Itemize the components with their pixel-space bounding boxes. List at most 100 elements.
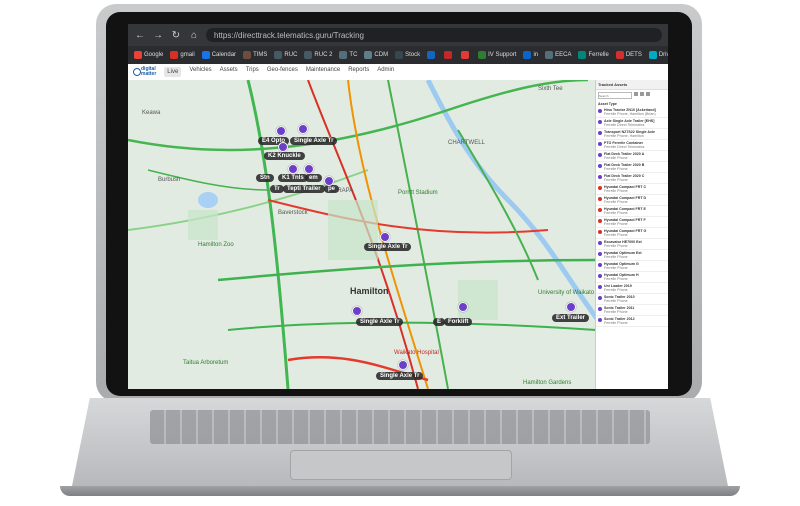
vehicle-pin[interactable] [324,176,334,186]
list-item[interactable]: Sonic Trailer 2010 Ferrelle Phone [596,294,668,305]
url-input[interactable]: https://directtrack.telematics.guru/Trac… [206,28,662,42]
menu-item-vehicles[interactable]: Vehicles [189,67,211,77]
place-hamilton-zoo: Hamilton Zoo [198,242,234,248]
panel-title: Tracked Assets [596,80,668,90]
list-item[interactable]: Sonic Trailer 2011 Ferrelle Phone [596,305,668,316]
bookmark-item[interactable] [444,51,454,59]
menu-item-live[interactable]: Live [164,67,182,77]
list-item[interactable]: Hyundai Compact FRT G Ferrelle Phone [596,228,668,239]
vehicle-pin[interactable] [458,302,468,312]
map-label-stn[interactable]: Stn [256,174,274,182]
bookmark-label: TC [349,52,358,58]
vehicle-pin[interactable] [352,306,362,316]
settings-icon[interactable] [646,92,650,96]
list-item[interactable]: Hyundai Compact FRT F Ferrelle Phone [596,217,668,228]
map-label-tepti-trailer[interactable]: Tepti Trailer [283,185,325,193]
bookmark-item[interactable]: RUC 2 [304,51,332,59]
vehicle-desc: Ferrelle Phone, Hamilton (Brian) [604,112,656,116]
menu-item-admin[interactable]: Admin [377,67,394,77]
list-item[interactable]: Hyundai Optimum H Ferrelle Phone [596,272,668,283]
bookmark-item[interactable] [461,51,471,59]
vehicle-status-icon [598,218,602,223]
filter-icon[interactable] [634,92,638,96]
bookmark-item[interactable]: Calendar [201,51,236,59]
bookmark-item[interactable]: Stock [395,51,420,59]
vehicle-desc: Ferrelle Phone [604,310,628,314]
map-label-k1-tnls[interactable]: K1 Tnls [278,174,308,182]
list-item[interactable]: Hyundai Compact FRT E Ferrelle Phone [596,206,668,217]
list-item[interactable]: Sonic Trailer 2012 Ferrelle Phone [596,316,668,327]
bookmark-item[interactable]: TIMS [243,51,267,59]
reload-icon[interactable]: ↻ [170,30,182,41]
map-label-single-axle-2[interactable]: Single Axle Tr [364,243,412,251]
screen: ← → ↻ ⌂ https://directtrack.telematics.g… [128,24,668,389]
map-label-ext-trailer[interactable]: Ext Trailer [552,314,590,322]
bookmark-item[interactable]: gmail [170,51,195,59]
menu-item-assets[interactable]: Assets [220,67,238,77]
bookmark-item[interactable]: EECA [545,51,571,59]
bookmark-item[interactable]: DETS [615,51,642,59]
list-item[interactable]: Hyundai Compact FRT D Ferrelle Phone [596,195,668,206]
list-item[interactable]: Hino Tractor ZN10 [Ackerland] Ferrelle Ph… [596,107,668,118]
vehicle-pin[interactable] [288,164,298,174]
bookmark-item[interactable]: RUC [274,51,297,59]
bookmark-item[interactable]: Drive Electric [648,51,668,59]
list-item[interactable]: Hyundai Compact FRT C Ferrelle Phone [596,184,668,195]
vehicle-text: PTO Ferrelle Container Ferrelle Direct Te… [604,141,644,149]
bookmark-item[interactable]: IV Support [478,51,516,59]
vehicle-text: Hyundai Compact FRT G Ferrelle Phone [604,229,646,237]
vehicle-status-icon [598,284,602,289]
vehicle-pin[interactable] [398,360,408,370]
vehicle-pin[interactable] [278,142,288,152]
list-item[interactable]: Excavator HE7000 Ext Ferrelle Phone [596,239,668,250]
bookmark-item[interactable]: in [523,51,538,59]
vehicle-status-icon [598,185,602,190]
panel-search-input[interactable] [598,92,632,99]
map-label-single-axle-1[interactable]: Single Axle Tr [290,137,338,145]
bookmark-item[interactable]: Google [134,51,163,59]
map-label-k2-knuckle[interactable]: K2 Knuckle [264,152,305,160]
sort-icon[interactable] [640,92,644,96]
vehicle-status-icon [598,229,602,234]
map-label-forklift[interactable]: Forklift [444,318,473,326]
vehicle-status-icon [598,152,602,157]
list-item[interactable]: Hyundai Optimum G Ferrelle Phone [596,261,668,272]
vehicle-pin[interactable] [380,232,390,242]
bookmark-icon [339,51,348,59]
list-item[interactable]: Axle Single Axle Trailer [EHS] Ferrelle D… [596,118,668,129]
vehicle-status-icon [598,130,602,135]
vehicle-text: Axle Single Axle Trailer [EHS] Ferrelle D… [604,119,654,127]
list-item[interactable]: PTO Ferrelle Container Ferrelle Direct Te… [596,140,668,151]
bookmark-item[interactable]: Ferrelle [578,51,609,59]
map-view[interactable]: Keawa Burbush Baverstock Hamilton Zoo Ta… [128,80,668,389]
menu-item-geo-fences[interactable]: Geo-fences [267,67,298,77]
vehicle-pin[interactable] [276,126,286,136]
map-label-tr[interactable]: Tr [270,185,284,193]
vehicle-status-icon [598,196,602,201]
list-item[interactable]: Hyundai Optimum Ext Ferrelle Phone [596,250,668,261]
bookmark-item[interactable]: TC [339,51,357,59]
bookmark-label: in [533,52,539,58]
list-item[interactable]: Transport NZ7S22 Single Axle Ferrelle Pho… [596,129,668,140]
map-label-single-axle-4[interactable]: Single Axle Tr [376,372,424,380]
bookmark-item[interactable] [427,51,437,59]
menu-item-reports[interactable]: Reports [348,67,369,77]
map-label-single-axle-3[interactable]: Single Axle Tr [356,318,404,326]
bookmark-label: Drive Electric [658,52,668,58]
map-label-pe[interactable]: pe [324,185,340,193]
map-label-em[interactable]: em [305,174,322,182]
forward-icon[interactable]: → [152,30,164,41]
list-item[interactable]: Flat Deck Trailer 2020 A Ferrelle Phone [596,151,668,162]
bookmark-item[interactable]: CDM [364,51,388,59]
menu-item-trips[interactable]: Trips [246,67,259,77]
vehicle-pin[interactable] [298,124,308,134]
list-item[interactable]: Uni Loader 2019 Ferrelle Phone [596,283,668,294]
vehicle-pin[interactable] [304,164,314,174]
vehicle-pin[interactable] [566,302,576,312]
back-icon[interactable]: ← [134,30,146,41]
list-item[interactable]: Flat Deck Trailer 2020 C Ferrelle Phone [596,173,668,184]
vehicle-status-icon [598,306,602,311]
menu-item-maintenance[interactable]: Maintenance [306,67,340,77]
home-icon[interactable]: ⌂ [188,30,200,41]
list-item[interactable]: Flat Deck Trailer 2020 B Ferrelle Phone [596,162,668,173]
